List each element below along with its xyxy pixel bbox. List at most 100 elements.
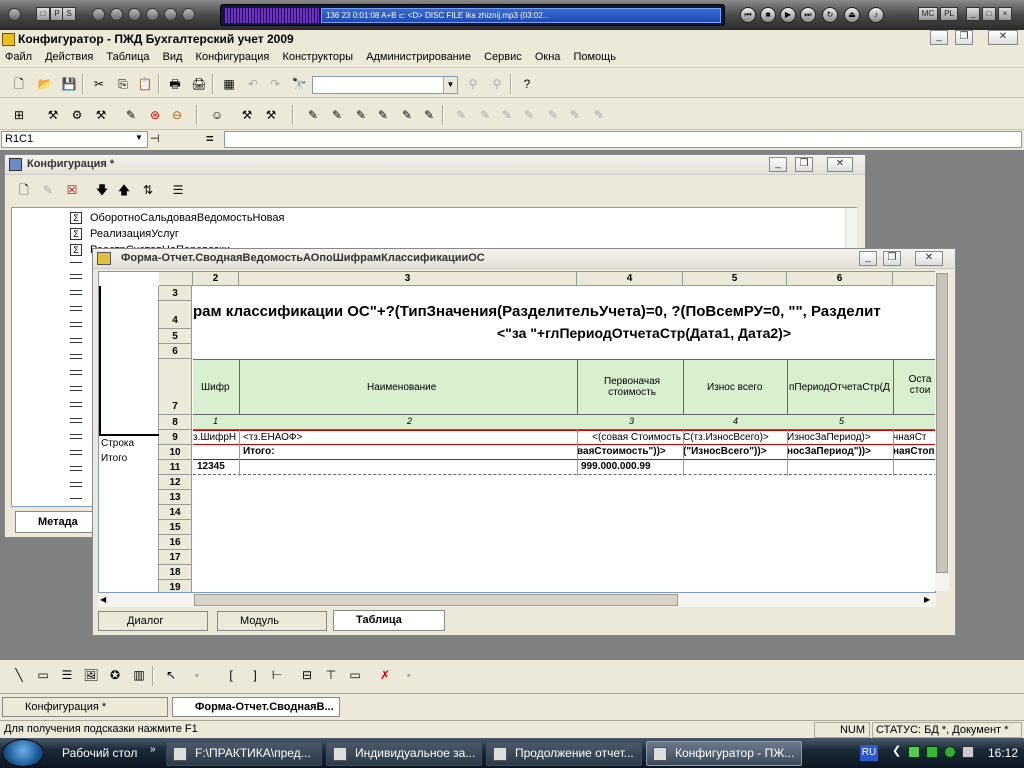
config-minimize-button[interactable]: _ [769,157,787,172]
cell[interactable]: ваяСтоимость"))> [577,446,681,457]
config-restore-button[interactable]: ❐ [795,157,813,172]
task-word-1[interactable]: Индивидуальное за... [326,741,482,766]
metadata-tab[interactable]: Метада [15,511,95,533]
start-button[interactable] [2,739,44,767]
task-configurator[interactable]: Конфигуратор - ПЖ... [646,741,802,766]
wizard-icon-13[interactable]: ✎ [590,106,608,124]
scroll-left-icon[interactable]: ◀ [100,595,106,604]
picture-icon[interactable]: 🖼 [82,666,100,684]
chevron-down-icon[interactable]: ▼ [443,77,457,93]
app-minimize-button[interactable]: _ [930,30,948,45]
form-restore-button[interactable]: ❐ [883,251,901,266]
tool-icon-1[interactable]: ⚒ [44,106,62,124]
copy-icon[interactable]: ⎘ [114,75,132,93]
clock[interactable]: 16:12 [988,746,1018,760]
wizard-icon-7[interactable]: ✎ [452,106,470,124]
header-rest[interactable]: Оста стои [905,374,935,396]
row-label-itogo[interactable]: Итого [101,453,127,464]
cell[interactable]: 12345 [197,461,239,472]
wizard-icon-12[interactable]: ✎ [566,106,584,124]
tab-dialog[interactable]: Диалог [98,611,208,631]
grid-icon-1[interactable]: ⊟ [298,666,316,684]
cell[interactable]: совая Стоимость)> [577,432,681,443]
grid-icon-2[interactable]: ⊤ [322,666,340,684]
form-window-titlebar[interactable]: Форма-Отчет.СводнаяВедомостьАОпоШифрамКл… [93,249,955,269]
close-button[interactable]: × [998,7,1012,21]
pin-icon[interactable]: ⊣ [150,132,160,145]
horizontal-scroll-thumb[interactable] [194,594,678,606]
report-heading-1[interactable]: рам классификации ОС"+?(ТипЗначения(Разд… [193,303,935,320]
wizard-icon-4[interactable]: ✎ [374,106,392,124]
header-shifr[interactable]: Шифр [201,382,230,393]
save-icon[interactable]: 💾 [60,75,78,93]
cut-icon[interactable]: ✂ [90,75,108,93]
mc-button[interactable]: MC [918,7,938,21]
new-icon[interactable]: 🗋 [10,75,28,93]
media-player[interactable]: 136 23 0:01:08 A+B ⊏ <D> DISC FILE ika z… [220,4,725,26]
search-combo[interactable]: ▼ [312,76,458,94]
next-icon[interactable]: ⏭ [800,7,816,23]
print-icon[interactable]: 🖶 [166,75,184,93]
bracket-close-icon[interactable]: ] [246,666,264,684]
num-1[interactable]: 1 [213,416,218,426]
cell-dropdown-icon[interactable]: ▼ [135,133,143,142]
undo-icon[interactable]: ↶ [244,75,262,93]
move-up-icon[interactable]: 🡅 [115,181,133,199]
table-grid[interactable]: Строка Итого 2 3 4 5 6 3 4 5 6 7 8 9 10 … [98,271,936,593]
user-icon[interactable]: ☺ [208,106,226,124]
move-down-icon[interactable]: 🡇 [93,181,111,199]
pointer-icon[interactable]: ↖ [162,666,180,684]
tray-icon-2[interactable] [926,746,938,758]
paste-icon[interactable]: 📋 [136,75,154,93]
row-header[interactable]: 4 [159,301,192,329]
media-btn-5[interactable] [164,8,177,21]
restore-button[interactable]: □ [982,7,996,21]
redo-icon[interactable]: ↷ [266,75,284,93]
row-header[interactable]: 17 [159,550,192,565]
media-btn-3[interactable] [128,8,141,21]
tray-icon-3[interactable] [944,746,956,758]
header-wear[interactable]: Износ всего [707,382,762,393]
tree-item[interactable]: РеализацияУслуг [90,226,179,242]
tab-table[interactable]: Таблица [333,610,445,631]
vertical-scrollbar[interactable] [935,271,949,591]
row-header[interactable]: 10 [159,445,192,460]
wizard-icon-6[interactable]: ✎ [420,106,438,124]
gray-icon[interactable]: ▪ [188,666,206,684]
row-header[interactable]: 12 [159,475,192,490]
repeat-icon[interactable]: ↻ [822,7,838,23]
menu-table[interactable]: Таблица [101,48,154,66]
add-icon[interactable]: 🗋 [15,181,33,199]
tool-icon-5[interactable]: ⊛ [146,106,164,124]
col-header[interactable]: 4 [577,272,683,286]
row-header[interactable]: 16 [159,535,192,550]
wizard-icon-10[interactable]: ✎ [520,106,538,124]
cell[interactable]: Итого: [243,446,573,457]
tree-icon[interactable]: ⊞ [10,106,28,124]
cell[interactable]: чнаяСт [893,432,935,443]
app-restore-button[interactable]: ❐ [955,30,973,45]
task-folder[interactable]: F:\ПРАКТИКА\пред... [166,741,322,766]
cell[interactable]: з.ШифрН [193,432,239,443]
row-header[interactable]: 14 [159,505,192,520]
row-header[interactable]: 18 [159,565,192,580]
menu-service[interactable]: Сервис [479,48,527,66]
corner-cell[interactable] [159,272,193,286]
tool-icon-4[interactable]: ✎ [122,106,140,124]
tray-chevron-icon[interactable]: ❮ [892,744,901,757]
tree-item[interactable]: ОборотноСальдоваяВедомостьНовая [90,210,284,226]
align-icon[interactable]: ⊢ [268,666,286,684]
tool-icon-2[interactable]: ⚙ [68,106,86,124]
wizard-icon-2[interactable]: ✎ [328,106,346,124]
cell[interactable]: носЗаПериод"))> [787,446,891,457]
table-icon[interactable]: ▦ [220,75,238,93]
ruler-icon[interactable]: ▭ [346,666,364,684]
menu-view[interactable]: Вид [158,48,188,66]
row-header[interactable]: 8 [159,415,192,430]
form-close-button[interactable]: ✕ [915,251,943,266]
window-tab-form[interactable]: Форма-Отчет.СводнаяВ... [172,697,340,717]
print-preview-icon[interactable]: 🖨 [190,75,208,93]
menu-admin[interactable]: Администрирование [361,48,476,66]
open-icon[interactable]: 📂 [36,75,54,93]
menu-windows[interactable]: Окна [530,48,566,66]
